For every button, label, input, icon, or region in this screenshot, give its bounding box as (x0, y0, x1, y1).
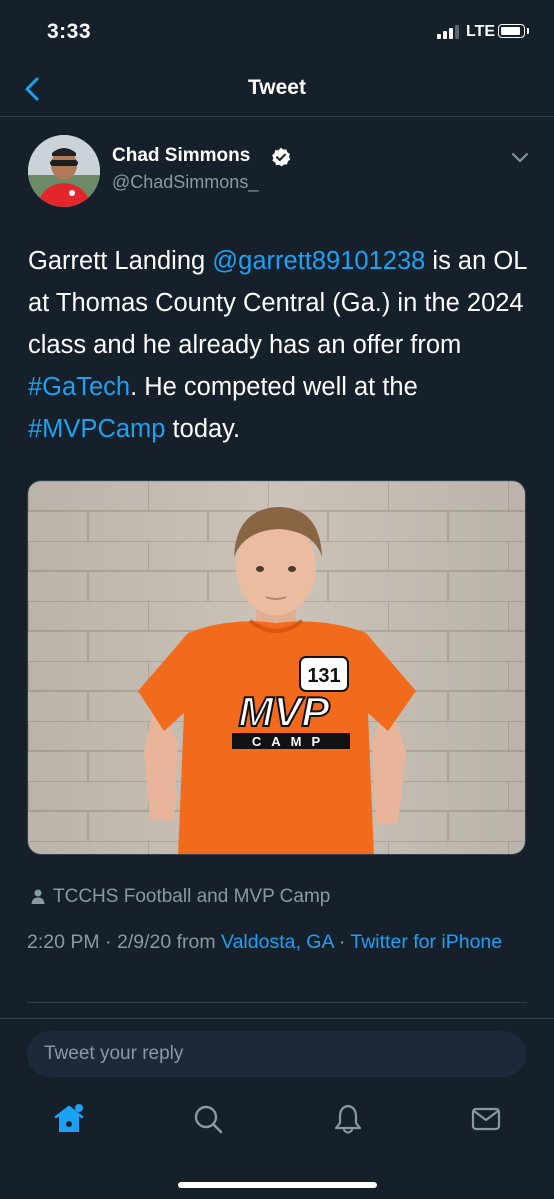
more-options-button[interactable] (510, 150, 530, 166)
location-link[interactable]: Valdosta, GA (221, 931, 333, 953)
shirt-logo-word: MVP (238, 688, 330, 735)
tweet-text-part: Garrett Landing (28, 247, 213, 275)
tagged-people-label: TCCHS Football and MVP Camp (53, 886, 331, 907)
separator: · (333, 931, 351, 953)
tweet-detail-screen: 3:33 LTE Tweet Chad Simmons @ChadSimmons… (0, 0, 554, 1199)
network-type-label: LTE (466, 23, 496, 40)
hashtag-link[interactable]: #GaTech (28, 373, 130, 401)
hashtag-link[interactable]: #MVPCamp (28, 415, 165, 443)
author-name[interactable]: Chad Simmons (112, 145, 250, 167)
author-handle[interactable]: @ChadSimmons_ (112, 172, 258, 193)
tweet-photo[interactable]: 131 MVP CAMP (27, 480, 526, 855)
tweet-text-part: . He competed well at the (130, 373, 418, 401)
tweet-text-part: today. (165, 415, 241, 443)
signal-strength-icon (437, 25, 463, 39)
messages-envelope-icon (471, 1107, 501, 1131)
reply-input[interactable]: Tweet your reply (27, 1031, 526, 1077)
tab-notifications[interactable] (331, 1102, 365, 1136)
from-label: from (171, 931, 222, 953)
tab-messages[interactable] (469, 1102, 503, 1136)
author-avatar[interactable] (28, 135, 100, 207)
person-icon (31, 889, 45, 904)
home-indicator[interactable] (178, 1182, 377, 1188)
verified-badge-icon (271, 147, 291, 167)
tweet-time: 2:20 PM (27, 931, 100, 953)
battery-nub (527, 28, 529, 34)
home-icon (54, 1104, 84, 1132)
divider (27, 1002, 527, 1003)
photo-image: 131 MVP CAMP (28, 481, 525, 854)
page-title: Tweet (248, 76, 306, 99)
client-link[interactable]: Twitter for iPhone (350, 931, 502, 953)
mention-link[interactable]: @garrett89101238 (212, 247, 425, 275)
shirt-logo-sub: CAMP (252, 734, 330, 749)
status-bar: 3:33 LTE (0, 0, 554, 62)
tab-home[interactable] (52, 1102, 86, 1136)
tab-bar (0, 1094, 554, 1154)
divider (0, 1018, 554, 1019)
search-icon (194, 1105, 223, 1134)
tab-search[interactable] (191, 1102, 225, 1136)
battery-icon (498, 24, 525, 38)
tweet-date: 2/9/20 (116, 931, 172, 953)
avatar-image (28, 135, 100, 207)
notifications-bell-icon (334, 1104, 362, 1134)
tweet-text: Garrett Landing @garrett89101238 is an O… (28, 240, 534, 450)
chevron-down-icon (512, 153, 528, 162)
status-time: 3:33 (47, 20, 92, 43)
shirt-number: 131 (307, 665, 340, 687)
nav-bar: Tweet (0, 62, 554, 117)
separator: · (99, 931, 117, 953)
tweet-meta: 2:20 PM · 2/9/20 from Valdosta, GA · Twi… (27, 928, 527, 957)
